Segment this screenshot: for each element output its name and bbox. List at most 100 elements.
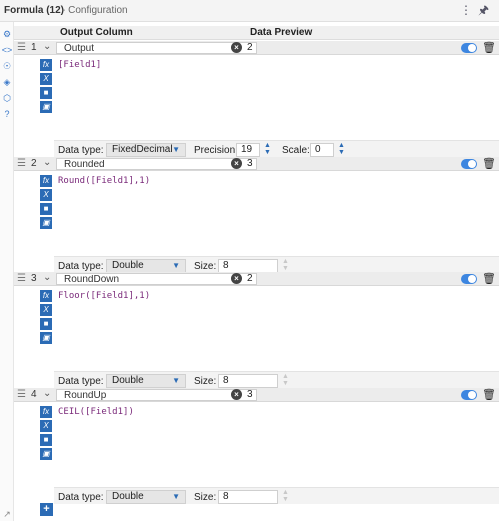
open-folder-icon[interactable]: ■	[40, 434, 52, 446]
data-type-label: Data type:	[58, 145, 104, 156]
data-type-select[interactable]: FixedDecimal ▼	[106, 143, 186, 157]
row-header: ☰ 4 ⌄ × 3 🗑	[14, 388, 499, 402]
clear-icon[interactable]: ×	[231, 273, 242, 284]
stepper-down-icon[interactable]: ▼	[338, 149, 345, 156]
tag-icon[interactable]: ◈	[1, 76, 13, 88]
save-icon[interactable]: ▣	[40, 217, 52, 229]
row-header: ☰ 2 ⌄ × 3 🗑	[14, 157, 499, 171]
open-folder-icon[interactable]: ■	[40, 87, 52, 99]
expression-editor[interactable]: CEIL([Field1])	[54, 404, 499, 487]
output-column-input[interactable]	[57, 43, 237, 54]
caret-down-icon: ▼	[172, 492, 180, 501]
chevron-down-icon[interactable]: ⌄	[43, 272, 51, 283]
scale-stepper[interactable]: ▲ ▼	[336, 142, 350, 157]
function-icon[interactable]: fx	[40, 59, 52, 71]
size-stepper[interactable]: ▲ ▼	[280, 258, 294, 273]
data-preview-value: 3	[247, 158, 253, 169]
row-enabled-toggle[interactable]	[461, 274, 477, 284]
data-type-select[interactable]: Double ▼	[106, 374, 186, 388]
chevron-down-icon[interactable]: ⌄	[43, 41, 51, 52]
chevron-down-icon[interactable]: ⌄	[43, 388, 51, 399]
formula-row: ☰ 2 ⌄ × 3 🗑 fx X ■ ▣ Round([Field1],1) D…	[14, 157, 499, 273]
left-rail: ⚙ <> ☉ ◈ ⬡ ? ↗	[0, 22, 14, 521]
size-stepper[interactable]: ▲ ▼	[280, 489, 294, 504]
trash-icon[interactable]: 🗑	[482, 388, 496, 401]
caret-down-icon: ▼	[172, 376, 180, 385]
variable-icon[interactable]: X	[40, 189, 52, 201]
row-enabled-toggle[interactable]	[461, 159, 477, 169]
open-folder-icon[interactable]: ■	[40, 203, 52, 215]
function-icon[interactable]: fx	[40, 290, 52, 302]
size-input[interactable]: 8	[218, 374, 278, 388]
clear-icon[interactable]: ×	[231, 42, 242, 53]
row-enabled-toggle[interactable]	[461, 390, 477, 400]
precision-stepper[interactable]: ▲ ▼	[262, 142, 276, 157]
data-type-select[interactable]: Double ▼	[106, 490, 186, 504]
expression-text[interactable]: CEIL([Field1])	[58, 407, 134, 417]
drag-handle-icon[interactable]: ☰	[17, 273, 26, 284]
caret-down-icon: ▼	[172, 261, 180, 270]
window-title: Formula (12)	[4, 5, 65, 16]
gear-icon[interactable]: ⚙	[1, 28, 13, 40]
expression-text[interactable]: [Field1]	[58, 60, 101, 70]
pin-icon[interactable]: 🖈	[478, 4, 489, 16]
row-number: 2	[31, 158, 37, 169]
code-icon[interactable]: <>	[1, 44, 13, 56]
stepper-down-icon[interactable]: ▼	[264, 149, 271, 156]
data-preview-value: 2	[247, 42, 253, 53]
stepper-down-icon[interactable]: ▼	[282, 496, 289, 503]
function-icon[interactable]: fx	[40, 406, 52, 418]
clear-icon[interactable]: ×	[231, 158, 242, 169]
expression-editor[interactable]: [Field1]	[54, 57, 499, 140]
output-column-input[interactable]	[57, 390, 237, 401]
precision-label: Precision:	[194, 145, 238, 156]
drag-handle-icon[interactable]: ☰	[17, 42, 26, 53]
expression-editor[interactable]: Floor([Field1],1)	[54, 288, 499, 371]
expand-icon[interactable]: ↗	[1, 508, 13, 520]
expression-text[interactable]: Floor([Field1],1)	[58, 291, 150, 301]
expression-text[interactable]: Round([Field1],1)	[58, 176, 150, 186]
output-column-input[interactable]	[57, 159, 237, 170]
size-stepper[interactable]: ▲ ▼	[280, 373, 294, 388]
output-column-field[interactable]	[56, 42, 257, 54]
output-column-field[interactable]	[56, 389, 257, 401]
target-icon[interactable]: ☉	[1, 60, 13, 72]
trash-icon[interactable]: 🗑	[482, 272, 496, 285]
save-icon[interactable]: ▣	[40, 332, 52, 344]
open-folder-icon[interactable]: ■	[40, 318, 52, 330]
data-preview-value: 2	[247, 273, 253, 284]
row-number: 4	[31, 389, 37, 400]
help-icon[interactable]: ?	[1, 108, 13, 120]
data-type-label: Data type:	[58, 492, 104, 503]
scale-input[interactable]: 0	[310, 143, 334, 157]
cube-icon[interactable]: ⬡	[1, 92, 13, 104]
clear-icon[interactable]: ×	[231, 389, 242, 400]
output-column-input[interactable]	[57, 274, 237, 285]
data-type-select[interactable]: Double ▼	[106, 259, 186, 273]
vertical-dots-icon[interactable]: ⋮	[460, 4, 472, 16]
trash-icon[interactable]: 🗑	[482, 41, 496, 54]
data-type-value: FixedDecimal	[112, 144, 173, 155]
drag-handle-icon[interactable]: ☰	[17, 389, 26, 400]
variable-icon[interactable]: X	[40, 73, 52, 85]
function-icon[interactable]: fx	[40, 175, 52, 187]
chevron-down-icon[interactable]: ⌄	[43, 157, 51, 168]
precision-input[interactable]: 19	[236, 143, 260, 157]
output-column-field[interactable]	[56, 273, 257, 285]
output-column-field[interactable]	[56, 158, 257, 170]
stepper-down-icon[interactable]: ▼	[282, 380, 289, 387]
data-preview-value: 3	[247, 389, 253, 400]
save-icon[interactable]: ▣	[40, 448, 52, 460]
save-icon[interactable]: ▣	[40, 101, 52, 113]
variable-icon[interactable]: X	[40, 420, 52, 432]
expression-editor[interactable]: Round([Field1],1)	[54, 173, 499, 256]
size-label: Size:	[194, 376, 217, 387]
variable-icon[interactable]: X	[40, 304, 52, 316]
size-input[interactable]: 8	[218, 259, 278, 273]
row-enabled-toggle[interactable]	[461, 43, 477, 53]
window-subtitle: - Configuration	[62, 5, 128, 16]
drag-handle-icon[interactable]: ☰	[17, 158, 26, 169]
add-row-button[interactable]: +	[40, 503, 53, 516]
trash-icon[interactable]: 🗑	[482, 157, 496, 170]
size-input[interactable]: 8	[218, 490, 278, 504]
